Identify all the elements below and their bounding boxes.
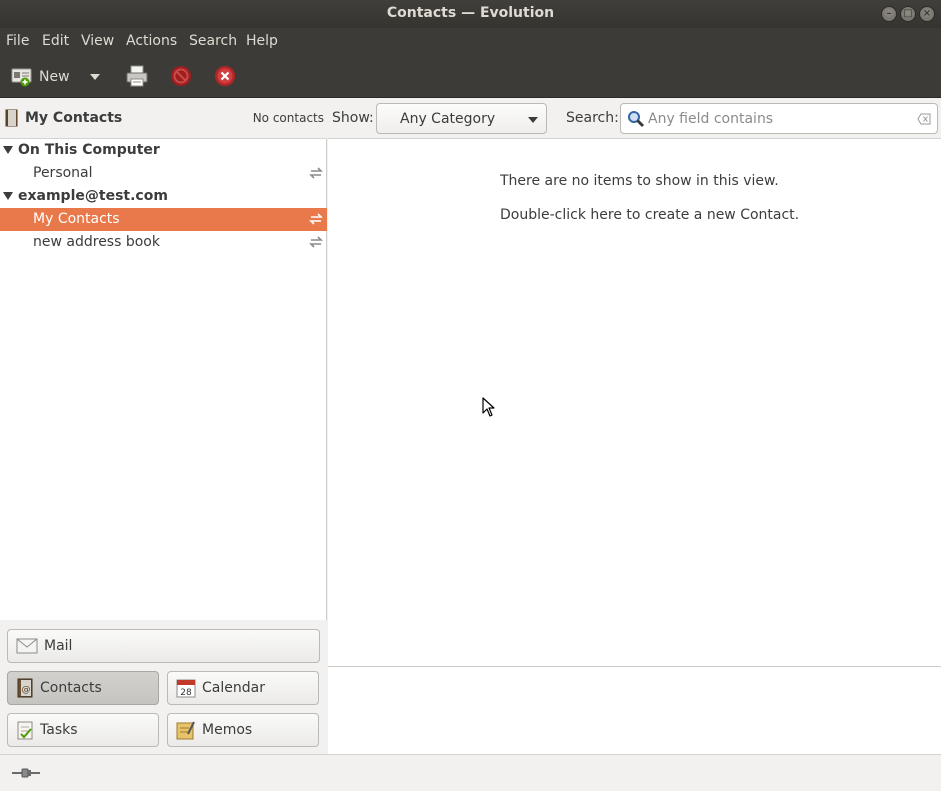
maximize-button[interactable]: □ — [900, 6, 916, 22]
sidebar-item-label: Personal — [33, 165, 93, 181]
new-button-label: New — [39, 69, 70, 85]
create-hint: Double-click here to create a new Contac… — [500, 207, 800, 223]
contacts-icon: @ — [16, 678, 34, 698]
memos-label: Memos — [202, 722, 253, 738]
delete-icon — [215, 66, 235, 86]
title-bar: Contacts — Evolution – □ × — [0, 0, 941, 28]
tasks-button[interactable]: Tasks — [7, 713, 159, 747]
close-button[interactable]: × — [919, 6, 935, 22]
group-example-account[interactable]: example@test.com — [0, 185, 327, 208]
contact-list[interactable]: There are no items to show in this view.… — [328, 139, 941, 666]
tasks-label: Tasks — [40, 722, 78, 738]
sidebar-item-label: new address book — [33, 234, 160, 250]
new-dropdown-button[interactable] — [89, 73, 101, 81]
toolbar: New — [0, 55, 941, 98]
minimize-button[interactable]: – — [881, 6, 897, 22]
sync-icon — [309, 213, 323, 225]
stop-icon — [171, 66, 191, 86]
contacts-button[interactable]: @ Contacts — [7, 671, 159, 705]
window-title: Contacts — Evolution — [386, 5, 555, 21]
chevron-down-icon — [90, 74, 100, 80]
filter-bar: Show: Any Category Search: — [328, 99, 941, 139]
calendar-label: Calendar — [202, 680, 265, 696]
expander-icon[interactable] — [3, 192, 13, 200]
close-icon: × — [922, 8, 932, 19]
tasks-icon — [16, 720, 34, 740]
address-book-icon — [5, 109, 18, 127]
contacts-view: Show: Any Category Search: There are no … — [328, 99, 941, 754]
group-label: On This Computer — [18, 142, 160, 158]
online-status-icon[interactable] — [12, 767, 40, 779]
new-contact-button[interactable]: New — [11, 67, 70, 87]
group-label: example@test.com — [18, 188, 168, 204]
mail-icon — [16, 638, 38, 654]
search-field[interactable] — [620, 103, 938, 134]
address-book-sidebar: My Contacts No contacts On This Computer… — [0, 99, 327, 754]
maximize-icon: □ — [903, 8, 913, 19]
stop-button[interactable] — [170, 65, 192, 87]
calendar-button[interactable]: 28 Calendar — [167, 671, 319, 705]
new-contact-icon — [11, 68, 32, 87]
menu-actions[interactable]: Actions — [126, 33, 177, 49]
delete-button[interactable] — [214, 65, 236, 87]
memos-icon — [176, 720, 196, 740]
expander-icon[interactable] — [3, 146, 13, 154]
svg-text:@: @ — [22, 685, 31, 695]
mail-button[interactable]: Mail — [7, 629, 320, 663]
show-label: Show: — [332, 110, 374, 126]
sync-icon — [309, 236, 323, 248]
sidebar-header: My Contacts No contacts — [0, 99, 327, 139]
contacts-label: Contacts — [40, 680, 102, 696]
sidebar-item-personal[interactable]: Personal — [0, 162, 327, 185]
sidebar-title: My Contacts — [25, 110, 123, 126]
view-switcher: Mail @ Contacts 28 Calendar Tasks Memos — [0, 620, 327, 754]
contact-preview — [328, 666, 941, 754]
menu-help[interactable]: Help — [246, 33, 278, 49]
contact-count: No contacts — [252, 111, 324, 125]
sidebar-item-label: My Contacts — [33, 211, 120, 227]
category-select[interactable]: Any Category — [376, 103, 547, 134]
minimize-icon: – — [886, 8, 892, 19]
menu-edit[interactable]: Edit — [42, 33, 69, 49]
menu-bar: File Edit View Actions Search Help — [0, 28, 941, 55]
sidebar-item-my-contacts[interactable]: My Contacts — [0, 208, 327, 231]
calendar-icon: 28 — [176, 678, 196, 698]
calendar-day: 28 — [180, 688, 192, 698]
sidebar-item-new-address-book[interactable]: new address book — [0, 231, 327, 254]
chevron-down-icon — [528, 117, 538, 123]
search-input[interactable] — [648, 109, 908, 129]
print-button[interactable] — [125, 65, 149, 87]
sync-icon — [309, 167, 323, 179]
clear-icon[interactable] — [917, 113, 931, 125]
printer-icon — [126, 65, 148, 87]
category-value: Any Category — [400, 111, 496, 127]
empty-message: There are no items to show in this view. — [500, 173, 779, 189]
mail-label: Mail — [44, 638, 73, 654]
menu-file[interactable]: File — [6, 33, 29, 49]
mouse-cursor-icon — [482, 397, 495, 417]
memos-button[interactable]: Memos — [167, 713, 319, 747]
status-bar — [0, 754, 941, 791]
menu-view[interactable]: View — [81, 33, 114, 49]
menu-search[interactable]: Search — [189, 33, 237, 49]
group-on-this-computer[interactable]: On This Computer — [0, 139, 327, 162]
search-label: Search: — [566, 110, 619, 126]
search-icon[interactable] — [627, 110, 645, 128]
